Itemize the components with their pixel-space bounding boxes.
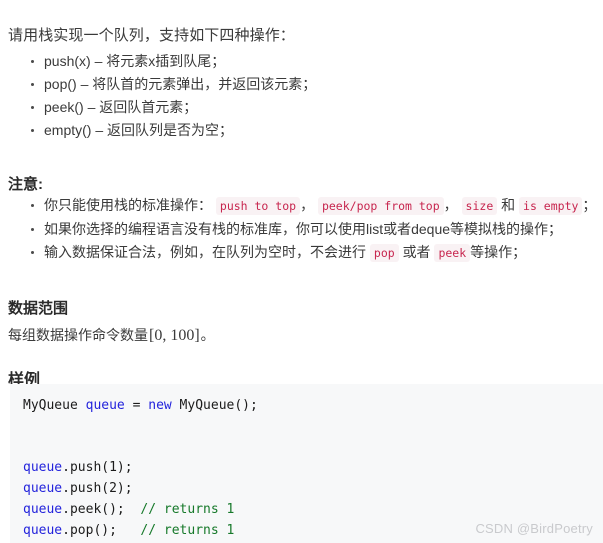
code-token: // returns 1 <box>140 522 235 538</box>
operation-text: push(x) – 将元素x插到队尾； <box>44 53 226 69</box>
sample-code-block[interactable]: MyQueue queue = new MyQueue(); queue.pus… <box>10 384 603 543</box>
operations-list: push(x) – 将元素x插到队尾； pop() – 将队首的元素弹出，并返回… <box>26 50 316 142</box>
list-item: 你只能使用栈的标准操作： push to top， peek/pop from … <box>26 194 596 218</box>
code-token: queue <box>23 481 63 497</box>
inline-code-is-empty: is empty <box>519 197 583 215</box>
range-formula: [0, 100] <box>149 327 200 344</box>
intro-paragraph: 请用栈实现一个队列，支持如下四种操作： <box>8 27 295 44</box>
code-token: .push(1); <box>62 460 133 476</box>
note-middle-text: 或者 <box>402 244 431 260</box>
code-token: // returns 1 <box>140 501 235 517</box>
code-token: MyQueue(); <box>171 398 258 413</box>
csdn-watermark: CSDN @BirdPoetry <box>475 521 593 536</box>
list-item: peek() – 返回队首元素； <box>26 96 316 119</box>
code-token: queue <box>23 460 63 476</box>
note-suffix-text: 等操作； <box>470 244 527 260</box>
operation-text: empty() – 返回队列是否为空； <box>44 122 234 138</box>
code-token: queue <box>85 398 125 413</box>
note-prefix-text: 输入数据保证合法，例如，在队列为空时，不会进行 <box>44 244 366 260</box>
note-prefix-text: 你只能使用栈的标准操作： <box>44 197 212 213</box>
code-token: .peek(); <box>62 501 141 517</box>
note-heading: 注意: <box>8 176 43 193</box>
code-token: new <box>148 398 172 413</box>
note-suffix-text: ； <box>582 197 597 213</box>
code-token: queue <box>23 501 63 517</box>
operation-text: peek() – 返回队首元素； <box>44 99 198 115</box>
notes-list: 你只能使用栈的标准操作： push to top， peek/pop from … <box>26 194 596 265</box>
inline-code-peek-pop-from-top: peek/pop from top <box>317 197 444 215</box>
code-text: MyQueue queue = new MyQueue(); queue.pus… <box>23 398 266 543</box>
code-token: MyQueue <box>23 398 86 413</box>
operation-text: pop() – 将队首的元素弹出，并返回该元素； <box>44 76 317 92</box>
list-item: push(x) – 将元素x插到队尾； <box>26 50 316 73</box>
range-suffix-text: 。 <box>200 327 215 343</box>
note-separator: ， <box>300 197 315 213</box>
code-token: queue <box>23 522 63 538</box>
range-prefix-text: 每组数据操作命令数量 <box>8 327 148 343</box>
note-separator: ， <box>443 197 458 213</box>
code-token: = <box>124 398 149 413</box>
inline-code-push-to-top: push to top <box>215 197 301 215</box>
data-range-heading: 数据范围 <box>8 300 69 317</box>
inline-code-size: size <box>461 197 498 215</box>
inline-code-pop: pop <box>369 244 399 262</box>
list-item: pop() – 将队首的元素弹出，并返回该元素； <box>26 73 316 96</box>
note-text: 如果你选择的编程语言没有栈的标准库，你可以使用list或者deque等模拟栈的操… <box>44 221 563 237</box>
list-item: empty() – 返回队列是否为空； <box>26 119 316 142</box>
problem-statement-page: 请用栈实现一个队列，支持如下四种操作： push(x) – 将元素x插到队尾； … <box>0 0 603 543</box>
inline-code-peek: peek <box>434 244 471 262</box>
note-conjunction: 和 <box>501 197 516 213</box>
code-token: .push(2); <box>62 481 133 497</box>
data-range-paragraph: 每组数据操作命令数量[0, 100]。 <box>8 325 215 346</box>
code-token: .pop(); <box>62 522 141 538</box>
list-item: 如果你选择的编程语言没有栈的标准库，你可以使用list或者deque等模拟栈的操… <box>26 218 596 241</box>
list-item: 输入数据保证合法，例如，在队列为空时，不会进行 pop 或者 peek 等操作； <box>26 241 596 265</box>
